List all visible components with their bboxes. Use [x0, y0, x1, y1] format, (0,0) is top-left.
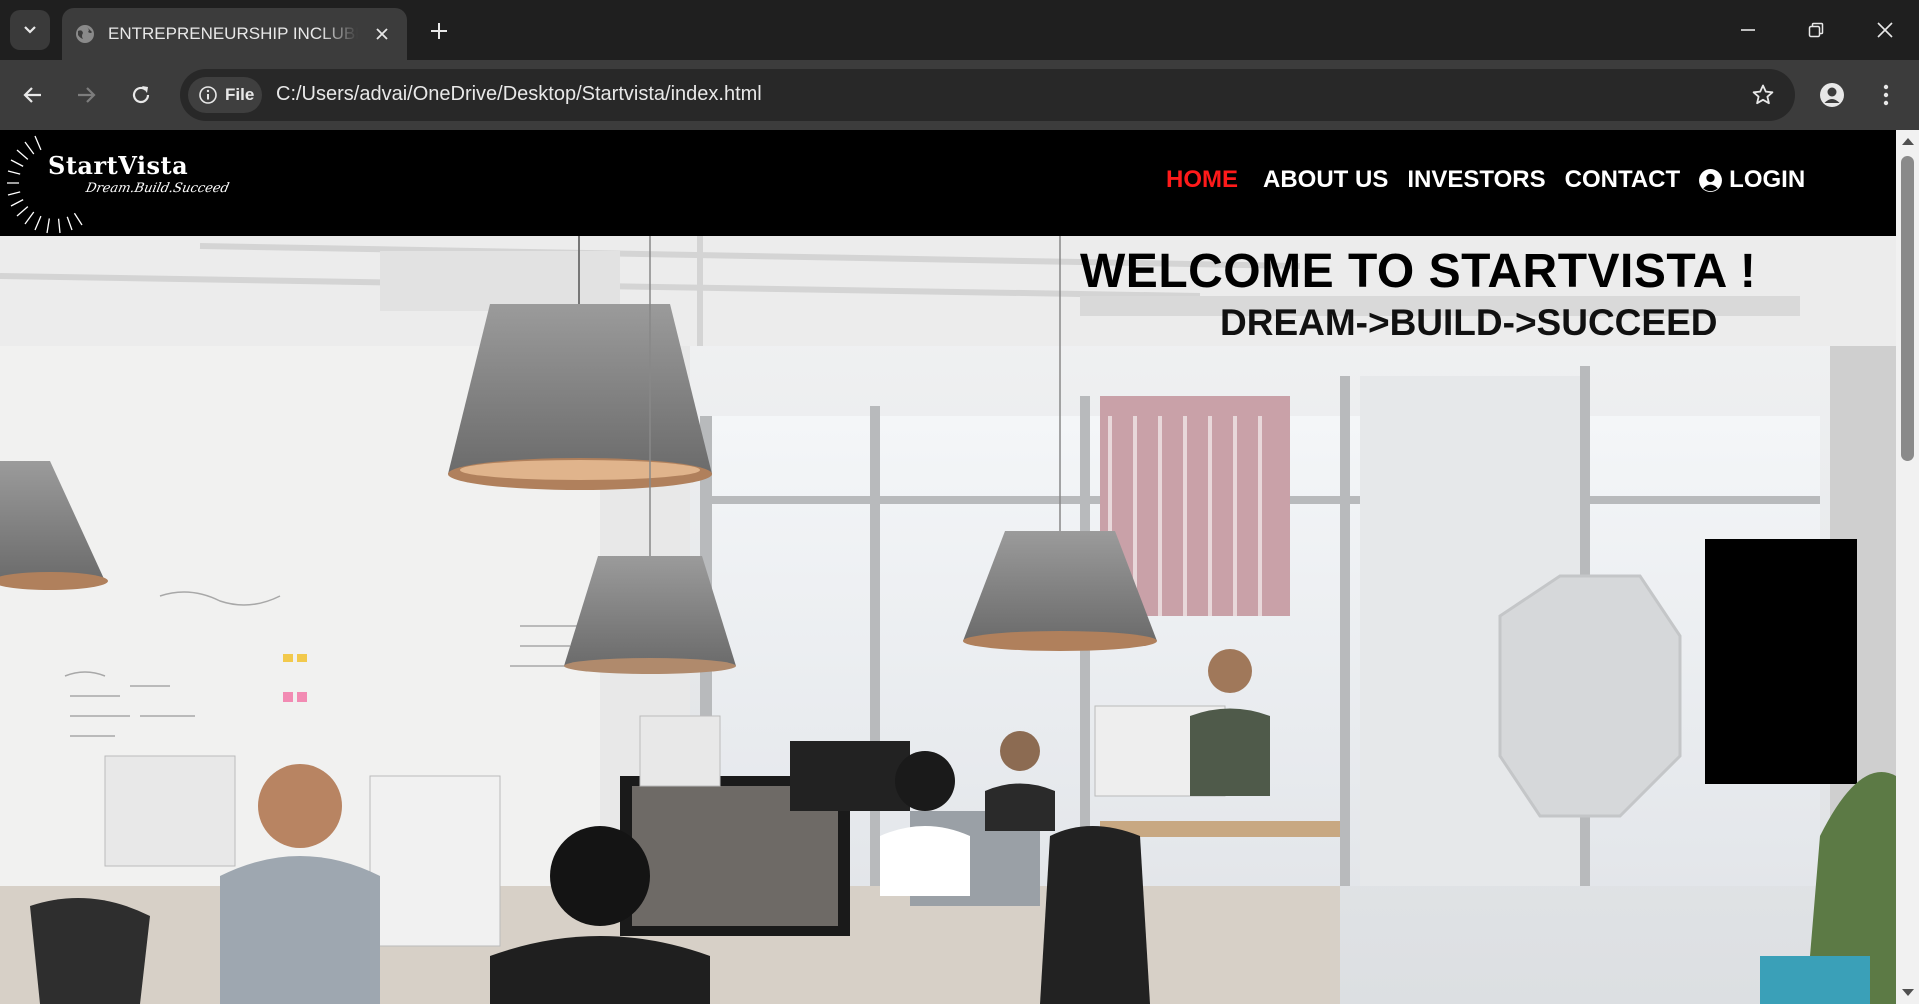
tab-title: ENTREPRENEURSHIP INCLUBLATOR — [108, 24, 358, 43]
minimize-icon — [1741, 29, 1755, 31]
star-icon — [1752, 84, 1774, 105]
plus-icon — [431, 23, 447, 39]
info-icon — [199, 86, 217, 104]
logo-title: StartVista — [48, 151, 189, 180]
nav-contact[interactable]: CONTACT — [1565, 166, 1681, 194]
nav-login[interactable]: LOGIN — [1698, 166, 1805, 194]
page-scrollbar[interactable] — [1896, 130, 1919, 1004]
close-icon — [376, 28, 388, 40]
close-icon — [1877, 22, 1893, 38]
restore-icon — [1808, 22, 1824, 38]
browser-menu-button[interactable] — [1866, 75, 1906, 115]
page-viewport: StartVista Dream.Build.Succeed HOME ABOU… — [0, 130, 1896, 1004]
restore-button[interactable] — [1786, 8, 1846, 52]
profile-button[interactable] — [1812, 75, 1852, 115]
scroll-up-arrow-icon[interactable] — [1902, 138, 1914, 145]
forward-button[interactable] — [66, 75, 106, 115]
menu-icon — [1883, 84, 1889, 106]
profile-icon — [1820, 83, 1844, 107]
tab-close-button[interactable] — [369, 21, 395, 47]
hero-section: WELCOME TO STARTVISTA ! DREAM->BUILD->SU… — [0, 236, 1896, 1004]
browser-toolbar: File C:/Users/advai/OneDrive/Desktop/Sta… — [0, 60, 1919, 130]
forward-icon — [78, 87, 96, 103]
scrollbar-thumb[interactable] — [1901, 156, 1914, 461]
close-window-button[interactable] — [1855, 8, 1915, 52]
office-hero-image — [0, 236, 1896, 1004]
url-text[interactable]: C:/Users/advai/OneDrive/Desktop/Startvis… — [276, 83, 762, 106]
back-button[interactable] — [13, 75, 53, 115]
site-chip-label: File — [225, 85, 255, 104]
user-circle-icon — [1699, 168, 1723, 192]
scroll-down-arrow-icon[interactable] — [1902, 989, 1914, 996]
reload-icon — [132, 86, 150, 104]
chevron-down-icon — [24, 26, 36, 34]
browser-tab[interactable]: ENTREPRENEURSHIP INCLUBLATOR — [62, 8, 407, 60]
tab-search-button[interactable] — [10, 10, 50, 50]
logo-tagline: Dream.Build.Succeed — [84, 181, 231, 196]
browser-tab-bar: ENTREPRENEURSHIP INCLUBLATOR — [0, 0, 1919, 60]
reload-button[interactable] — [121, 75, 161, 115]
site-header: StartVista Dream.Build.Succeed HOME ABOU… — [0, 130, 1896, 236]
nav-login-label: LOGIN — [1729, 166, 1806, 193]
minimize-button[interactable] — [1718, 8, 1778, 52]
globe-icon — [76, 25, 94, 43]
site-logo[interactable]: StartVista Dream.Build.Succeed — [0, 130, 230, 236]
nav-investors[interactable]: INVESTORS — [1407, 166, 1545, 194]
bookmark-button[interactable] — [1749, 81, 1777, 109]
nav-home[interactable]: HOME — [1166, 166, 1238, 194]
new-tab-button[interactable] — [422, 14, 456, 48]
address-bar[interactable]: File C:/Users/advai/OneDrive/Desktop/Sta… — [180, 69, 1795, 121]
hero-subtitle: DREAM->BUILD->SUCCEED — [1220, 302, 1718, 343]
hero-title: WELCOME TO STARTVISTA ! — [1080, 245, 1757, 298]
site-info-chip[interactable]: File — [188, 77, 262, 113]
back-icon — [23, 87, 41, 103]
nav-about-us[interactable]: ABOUT US — [1263, 166, 1388, 194]
site-nav: HOME ABOUT US INVESTORS CONTACT LOGIN — [1166, 166, 1805, 194]
